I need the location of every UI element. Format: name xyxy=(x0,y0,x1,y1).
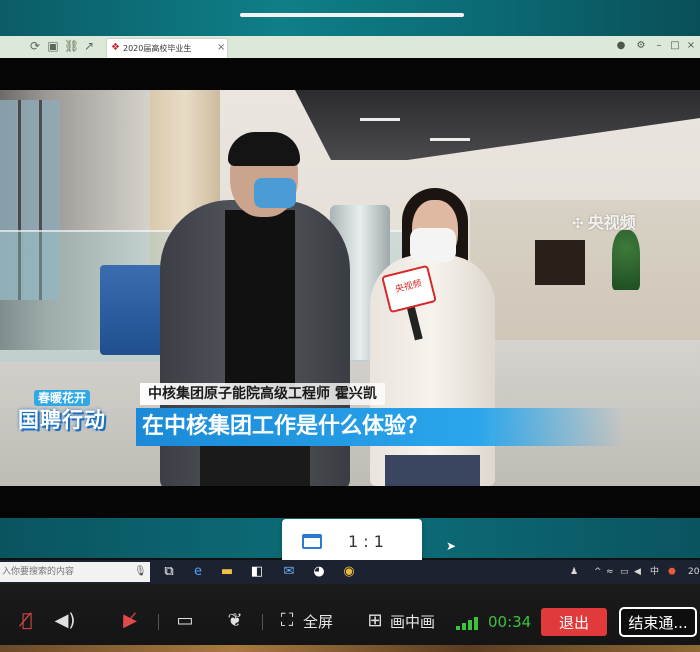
program-logo-top: 春暖花开 xyxy=(34,390,91,406)
watermark-logo-icon: ✣ xyxy=(572,216,584,232)
minimize-icon[interactable]: – xyxy=(652,39,666,53)
program-logo-main: 国聘行动 xyxy=(18,408,106,432)
windows-taskbar: 🎙 ⧉ e ▬ ◧ ✉ ◕ ◉ ♟ ^ ≈ ▭ ◀ 中 ⬣ 20 xyxy=(0,560,700,584)
taskbar-mic-icon[interactable]: 🎙 xyxy=(134,565,147,579)
tray-chevron-icon[interactable]: ^ xyxy=(594,565,602,579)
tray-wifi-icon[interactable]: ≈ xyxy=(606,565,614,579)
caption-question-bar: 在中核集团工作是什么体验？ xyxy=(136,408,626,446)
watermark: ✣ 央视频 xyxy=(572,210,672,236)
external-icon[interactable]: ↗ xyxy=(82,39,96,53)
man-legs xyxy=(200,440,310,486)
ceiling-light xyxy=(430,138,470,141)
call-control-bar: 🎙̸ ◀) ▶̸ ▭ ❦ ⛶ 全屏 ⊞ 画中画 00:34 退出 结束通... xyxy=(0,584,700,652)
screen-share-icon[interactable]: ▭ xyxy=(172,610,198,632)
man-hair xyxy=(228,132,300,166)
camera-off-icon[interactable]: ▶̸ xyxy=(117,610,143,632)
ceiling-light xyxy=(360,118,400,121)
caption-question: 在中核集团工作是什么体验？ xyxy=(142,414,429,439)
desktop-top-band xyxy=(0,0,700,36)
qq-icon[interactable]: ◕ xyxy=(310,563,328,581)
plant xyxy=(612,230,640,290)
fullscreen-icon[interactable]: ⛶ xyxy=(276,610,298,632)
caption-name: 中核集团原子能院高级工程师 霍兴凯 xyxy=(140,383,385,405)
tab-title: 2020届高校毕业生 xyxy=(123,44,192,53)
bookmark-icon[interactable]: ▣ xyxy=(46,39,60,53)
program-logo: 春暖花开 国聘行动 xyxy=(8,390,136,446)
taskbar-search[interactable]: 🎙 xyxy=(0,562,150,582)
settings-icon[interactable]: ⚙ xyxy=(634,39,648,53)
maximize-icon[interactable]: □ xyxy=(668,39,682,53)
pip-icon[interactable]: ⊞ xyxy=(364,610,386,632)
mail-icon[interactable]: ✉ xyxy=(280,563,298,581)
tray-clock[interactable]: 20 xyxy=(688,565,699,579)
divider xyxy=(262,614,263,630)
effects-icon[interactable]: ❦ xyxy=(222,610,248,632)
signal-icon xyxy=(456,614,482,630)
chrome-icon[interactable]: ◉ xyxy=(340,563,358,581)
hall-doors xyxy=(535,240,585,285)
tray-person-icon[interactable]: ♟ xyxy=(570,565,578,579)
mouse-cursor-icon: ➤ xyxy=(446,539,457,553)
divider xyxy=(158,614,159,630)
bottom-strip xyxy=(0,645,700,652)
close-window-icon[interactable]: × xyxy=(684,39,698,53)
tray-language[interactable]: 中 xyxy=(650,565,659,579)
taskbar-search-input[interactable] xyxy=(0,562,132,582)
woman-mask xyxy=(410,228,456,262)
fullscreen-button[interactable]: 全屏 xyxy=(303,612,333,632)
store-icon[interactable]: ◧ xyxy=(248,563,266,581)
watermark-text: 央视频 xyxy=(587,213,636,232)
ratio-popup[interactable]: 1 : 1 xyxy=(282,519,422,565)
tab-close-icon[interactable]: × xyxy=(217,42,227,54)
edge-icon[interactable]: e xyxy=(189,563,207,581)
tray-volume-icon[interactable]: ◀ xyxy=(634,565,641,579)
browser-tab[interactable]: ❖ 2020届高校毕业生 × xyxy=(106,38,228,58)
user-icon[interactable]: ● xyxy=(614,39,628,53)
window-title-streak xyxy=(240,13,464,17)
browser-toolbar: ⟳ ▣ ⛓ ↗ ❖ 2020届高校毕业生 × ● ⚙ – □ × xyxy=(0,36,700,59)
man-shirt xyxy=(225,210,295,390)
file-explorer-icon[interactable]: ▬ xyxy=(218,563,236,581)
window-icon xyxy=(302,534,322,549)
ratio-label[interactable]: 1 : 1 xyxy=(348,531,384,553)
favicon-icon: ❖ xyxy=(111,42,120,53)
woman-jeans xyxy=(385,455,480,486)
tray-app-icon[interactable]: ⬣ xyxy=(668,565,676,579)
task-view-icon[interactable]: ⧉ xyxy=(160,563,178,581)
call-timer: 00:34 xyxy=(488,613,532,631)
end-call-button[interactable]: 结束通... xyxy=(619,607,697,637)
refresh-icon[interactable]: ⟳ xyxy=(28,39,42,53)
exit-button[interactable]: 退出 xyxy=(541,608,607,636)
speaker-icon[interactable]: ◀) xyxy=(54,610,76,632)
link-icon[interactable]: ⛓ xyxy=(64,39,79,53)
man-mask xyxy=(254,178,296,208)
ceiling xyxy=(295,90,700,160)
pip-button[interactable]: 画中画 xyxy=(390,612,435,632)
mic-muted-icon[interactable]: 🎙̸ xyxy=(16,610,38,632)
tray-network-icon[interactable]: ▭ xyxy=(620,565,629,579)
